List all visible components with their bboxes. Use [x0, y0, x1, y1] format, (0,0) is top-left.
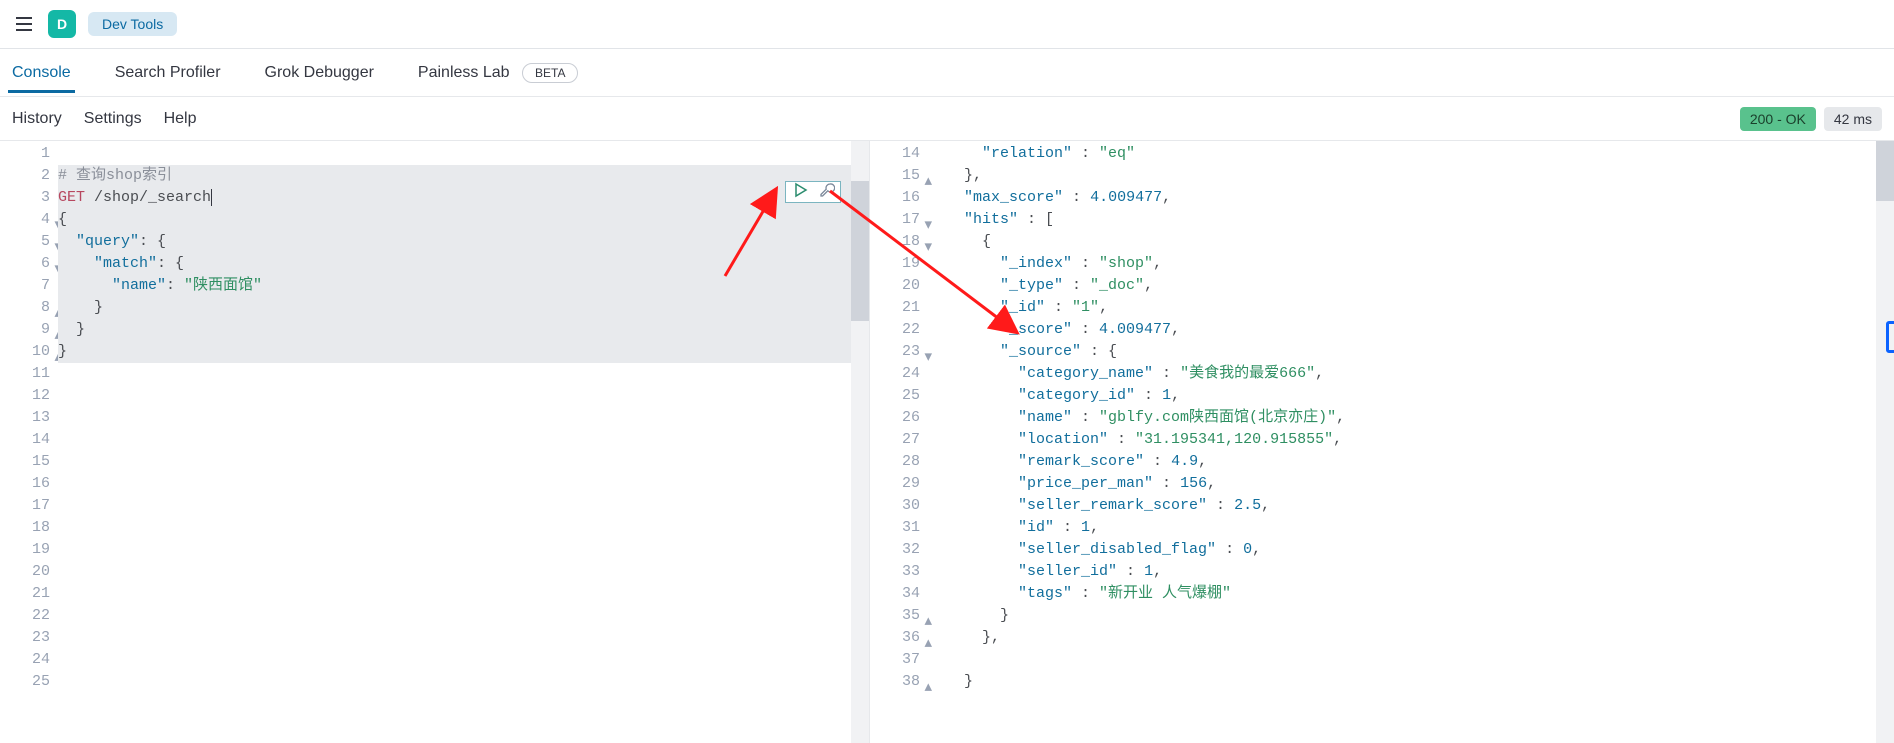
editor-panes: 1234▾5▾6▾78▴9▴10▴11121314151617181920212… [0, 141, 1894, 743]
time-badge: 42 ms [1824, 107, 1882, 131]
request-editor[interactable]: # 查询shop索引GET /shop/_search{ "query": { … [58, 141, 869, 743]
subbar-help[interactable]: Help [164, 110, 197, 128]
beta-badge: BETA [522, 63, 578, 83]
request-gutter: 1234▾5▾6▾78▴9▴10▴11121314151617181920212… [0, 141, 58, 743]
tab-painless-lab-label: Painless Lab [418, 64, 510, 81]
play-icon[interactable] [792, 182, 808, 203]
app-logo[interactable]: D [48, 10, 76, 38]
response-editor[interactable]: "relation" : "eq" }, "max_score" : 4.009… [928, 141, 1894, 743]
tab-grok-debugger[interactable]: Grok Debugger [261, 52, 378, 93]
subbar-history[interactable]: History [12, 110, 62, 128]
sub-bar: History Settings Help 200 - OK 42 ms [0, 97, 1894, 141]
status-badge: 200 - OK [1740, 107, 1816, 131]
run-controls [785, 181, 841, 203]
breadcrumb[interactable]: Dev Tools [88, 12, 177, 36]
request-scrollbar[interactable] [851, 141, 869, 743]
subbar-settings[interactable]: Settings [84, 110, 142, 128]
top-bar: D Dev Tools [0, 0, 1894, 49]
response-pane: 1415▴1617▾18▾1920212223▾2425262728293031… [870, 141, 1894, 743]
request-pane: 1234▾5▾6▾78▴9▴10▴11121314151617181920212… [0, 141, 870, 743]
tabs-bar: Console Search Profiler Grok Debugger Pa… [0, 49, 1894, 97]
tab-console[interactable]: Console [8, 52, 75, 93]
response-gutter: 1415▴1617▾18▾1920212223▾2425262728293031… [870, 141, 928, 743]
menu-icon[interactable] [12, 12, 36, 36]
response-scrollbar[interactable] [1876, 141, 1894, 743]
tab-search-profiler[interactable]: Search Profiler [111, 52, 225, 93]
wrench-icon[interactable] [819, 182, 835, 203]
tab-painless-lab[interactable]: Painless Lab BETA [414, 52, 583, 93]
